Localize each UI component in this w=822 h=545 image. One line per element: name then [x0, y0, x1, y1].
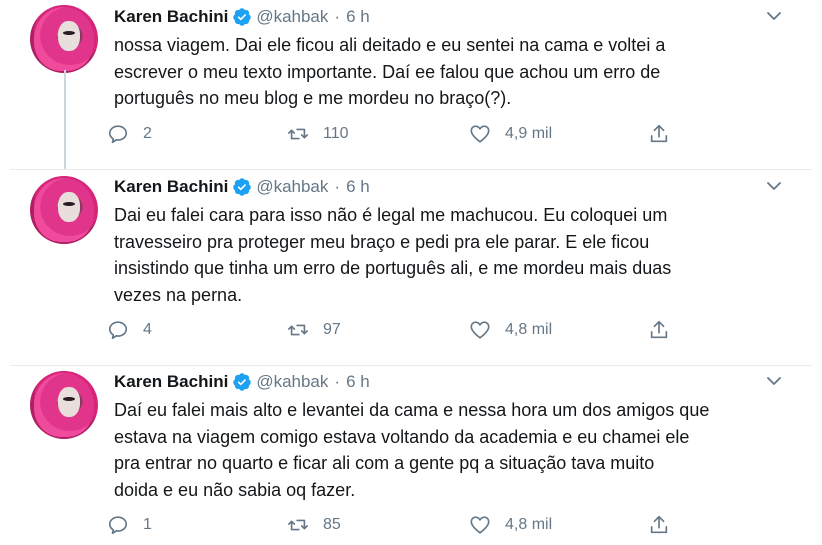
tweet-text-line: insistindo que tinha um erro de portuguê… [114, 258, 672, 278]
heart-icon [470, 125, 490, 143]
reply-count: 1 [143, 516, 152, 533]
reply-count: 2 [143, 125, 152, 142]
header-separator: · [334, 372, 341, 391]
tweet-text-line: estava na viagem comigo estava voltando … [114, 426, 690, 447]
tweet[interactable]: Karen Bachini @kahbak · 6 h nossa viagem… [0, 0, 822, 170]
share-icon [650, 320, 668, 339]
avatar-face [58, 387, 80, 417]
author-handle[interactable]: @kahbak [256, 7, 328, 27]
chevron-down-icon[interactable] [766, 180, 782, 192]
avatar-face [58, 192, 80, 222]
chevron-down-icon[interactable] [766, 10, 782, 22]
like-count: 4,8 mil [505, 516, 553, 533]
heart-icon [470, 321, 490, 339]
like-count: 4,8 mil [505, 321, 553, 338]
share-button[interactable] [648, 318, 684, 342]
share-icon [650, 124, 668, 143]
verified-badge-icon [233, 8, 252, 26]
retweet-count: 97 [323, 321, 341, 338]
avatar-eye [63, 397, 75, 401]
author-handle[interactable]: @kahbak [256, 372, 328, 392]
avatar-eye [63, 31, 75, 35]
retweet-button[interactable]: 97 [287, 318, 341, 342]
retweet-button[interactable]: 85 [287, 513, 341, 537]
tweet-actions: 2 110 4,9 mil [107, 122, 707, 146]
header-separator: · [334, 177, 341, 196]
tweet-text-line: pra entrar no quarto e ficar ali com a g… [114, 453, 655, 473]
tweet-text-line: doida e eu não sabia oq fazer. [114, 479, 356, 500]
like-button[interactable]: 4,9 mil [469, 122, 552, 146]
author-name[interactable]: Karen Bachini [114, 372, 228, 392]
retweet-icon [288, 128, 308, 140]
author-name[interactable]: Karen Bachini [114, 7, 228, 27]
tweet[interactable]: Karen Bachini @kahbak · 6 h Dai eu falei… [0, 170, 822, 365]
share-button[interactable] [648, 513, 684, 537]
like-button[interactable]: 4,8 mil [469, 513, 552, 537]
reply-icon [108, 516, 128, 535]
avatar-face [58, 21, 80, 51]
thread-connector-line [64, 70, 66, 170]
author-handle[interactable]: @kahbak [256, 177, 328, 197]
chevron-down-icon[interactable] [766, 375, 782, 387]
tweet-text-line: português no meu blog e me mordeu no bra… [114, 88, 512, 108]
tweet-header: Karen Bachini @kahbak · 6 h [114, 174, 370, 200]
tweet-text-line: vezes na perna. [114, 284, 243, 305]
reply-button[interactable]: 4 [107, 318, 152, 342]
tweet-text-line: escrever o meu texto importante. Daí ee … [114, 61, 661, 82]
tweet-timestamp[interactable]: 6 h [346, 177, 370, 197]
like-button[interactable]: 4,8 mil [469, 318, 552, 342]
verified-badge-icon [233, 373, 252, 391]
tweet[interactable]: Karen Bachini @kahbak · 6 h Daí eu falei… [0, 365, 822, 545]
author-name[interactable]: Karen Bachini [114, 177, 228, 197]
retweet-count: 110 [323, 125, 349, 142]
reply-button[interactable]: 1 [107, 513, 152, 537]
tweet-text-line: nossa viagem. Dai ele ficou ali deitado … [114, 35, 666, 55]
reply-button[interactable]: 2 [107, 122, 152, 146]
tweet-text: nossa viagem. Dai ele ficou ali deitado … [114, 32, 804, 112]
reply-count: 4 [143, 321, 152, 338]
tweet-header: Karen Bachini @kahbak · 6 h [114, 4, 370, 30]
tweet-timestamp[interactable]: 6 h [346, 372, 370, 392]
tweet-timestamp[interactable]: 6 h [346, 7, 370, 27]
retweet-icon [288, 324, 308, 336]
avatar-eye [63, 202, 75, 206]
tweet-text-line: Dai eu falei cara para isso não é legal … [114, 205, 668, 225]
tweet-text: Dai eu falei cara para isso não é legal … [114, 202, 804, 308]
tweet-text-line: Daí eu falei mais alto e levantei da cam… [114, 400, 710, 420]
tweet-text-line: travesseiro pra proteger meu braço e ped… [114, 231, 650, 252]
tweet-text: Daí eu falei mais alto e levantei da cam… [114, 397, 804, 503]
share-button[interactable] [648, 122, 684, 146]
retweet-count: 85 [323, 516, 341, 533]
reply-icon [108, 125, 128, 144]
tweet-actions: 1 85 4,8 mil [107, 513, 707, 537]
avatar[interactable] [30, 176, 98, 244]
share-icon [650, 515, 668, 534]
tweet-header: Karen Bachini @kahbak · 6 h [114, 369, 370, 395]
avatar[interactable] [30, 5, 98, 73]
tweet-thread: Karen Bachini @kahbak · 6 h nossa viagem… [0, 0, 822, 545]
retweet-button[interactable]: 110 [287, 122, 349, 146]
verified-badge-icon [233, 178, 252, 196]
retweet-icon [288, 519, 308, 531]
avatar[interactable] [30, 371, 98, 439]
like-count: 4,9 mil [505, 125, 553, 142]
heart-icon [470, 516, 490, 534]
tweet-actions: 4 97 4,8 mil [107, 318, 707, 342]
reply-icon [108, 321, 128, 340]
header-separator: · [334, 7, 341, 26]
